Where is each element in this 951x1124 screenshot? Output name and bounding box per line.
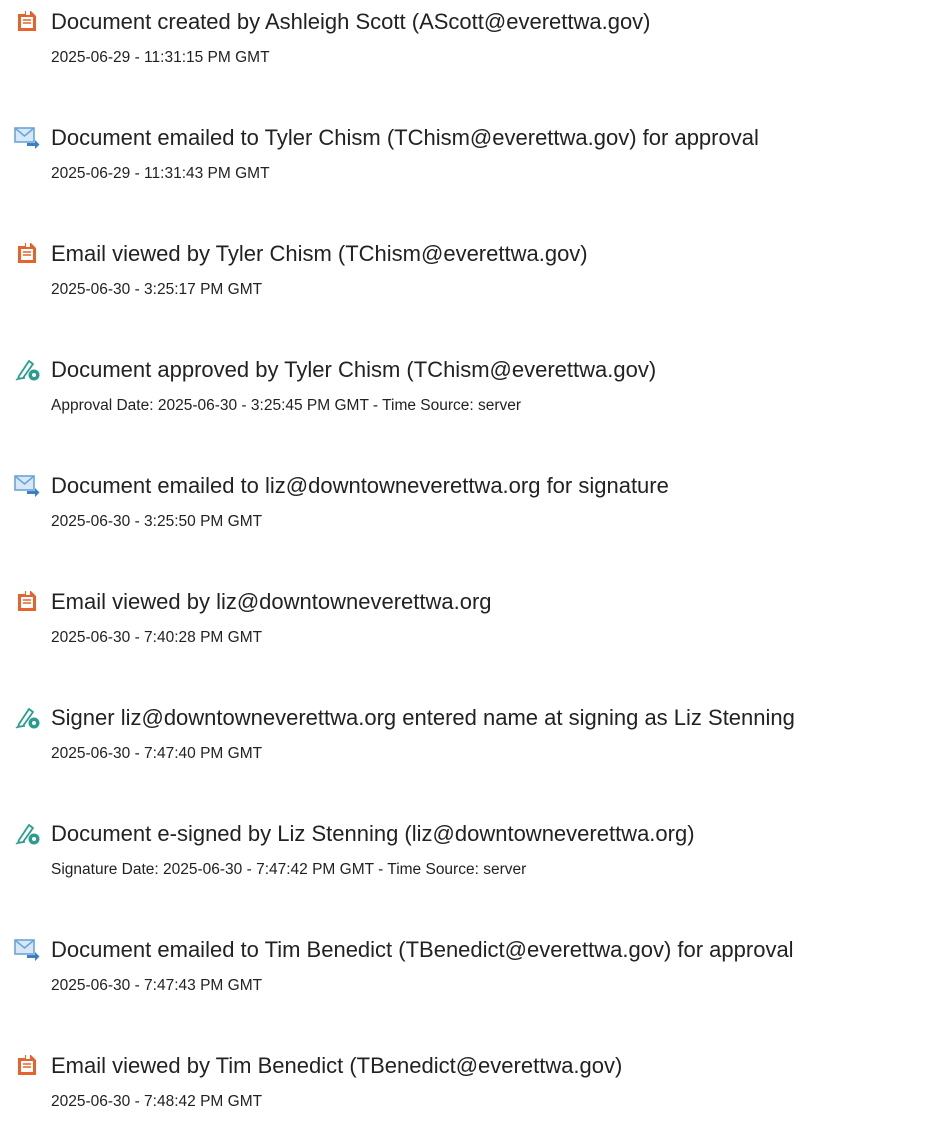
event-title: Document created by Ashleigh Scott (ASco…	[51, 9, 651, 34]
event-timestamp: 2025-06-30 - 3:25:17 PM GMT	[51, 281, 263, 298]
document-orange-icon	[14, 8, 40, 34]
email-send-icon	[14, 472, 40, 498]
email-send-icon	[14, 124, 40, 150]
event-timestamp: 2025-06-29 - 11:31:15 PM GMT	[51, 49, 270, 66]
event-timestamp: 2025-06-30 - 7:47:43 PM GMT	[51, 977, 263, 994]
pen-sign-icon	[14, 356, 40, 382]
audit-event: Document emailed to Tyler Chism (TChism@…	[0, 116, 951, 196]
document-orange-icon	[14, 1052, 40, 1078]
audit-event: Document approved by Tyler Chism (TChism…	[0, 348, 951, 428]
event-title: Document emailed to Tyler Chism (TChism@…	[51, 125, 759, 150]
event-signature-date: Signature Date: 2025-06-30 - 7:47:42 PM …	[51, 861, 527, 878]
pen-sign-icon	[14, 820, 40, 846]
event-title: Email viewed by Tim Benedict (TBenedict@…	[51, 1053, 623, 1078]
pen-sign-icon	[14, 704, 40, 730]
document-orange-icon	[14, 240, 40, 266]
event-timestamp: 2025-06-30 - 7:48:42 PM GMT	[51, 1093, 263, 1110]
event-title: Document emailed to liz@downtowneverettw…	[51, 473, 669, 498]
audit-event: Email viewed by Tyler Chism (TChism@ever…	[0, 232, 951, 312]
event-title: Signer liz@downtowneverettwa.org entered…	[51, 705, 795, 730]
event-timestamp: 2025-06-30 - 7:47:40 PM GMT	[51, 745, 263, 762]
audit-event: Email viewed by liz@downtowneverettwa.or…	[0, 580, 951, 660]
event-timestamp: 2025-06-29 - 11:31:43 PM GMT	[51, 165, 270, 182]
event-title: Email viewed by Tyler Chism (TChism@ever…	[51, 241, 588, 266]
email-send-icon	[14, 936, 40, 962]
event-approval-date: Approval Date: 2025-06-30 - 3:25:45 PM G…	[51, 397, 522, 414]
audit-event: Document emailed to Tim Benedict (TBened…	[0, 928, 951, 1008]
audit-event: Signer liz@downtowneverettwa.org entered…	[0, 696, 951, 776]
event-title: Document e-signed by Liz Stenning (liz@d…	[51, 821, 695, 846]
event-timestamp: 2025-06-30 - 7:40:28 PM GMT	[51, 629, 263, 646]
audit-event: Document emailed to liz@downtowneverettw…	[0, 464, 951, 544]
audit-event: Email viewed by Tim Benedict (TBenedict@…	[0, 1044, 951, 1124]
event-title: Document approved by Tyler Chism (TChism…	[51, 357, 657, 382]
audit-event: Document created by Ashleigh Scott (ASco…	[0, 0, 951, 80]
event-title: Email viewed by liz@downtowneverettwa.or…	[51, 589, 492, 614]
audit-event: Document e-signed by Liz Stenning (liz@d…	[0, 812, 951, 892]
event-title: Document emailed to Tim Benedict (TBened…	[51, 937, 794, 962]
event-timestamp: 2025-06-30 - 3:25:50 PM GMT	[51, 513, 263, 530]
document-orange-icon	[14, 588, 40, 614]
